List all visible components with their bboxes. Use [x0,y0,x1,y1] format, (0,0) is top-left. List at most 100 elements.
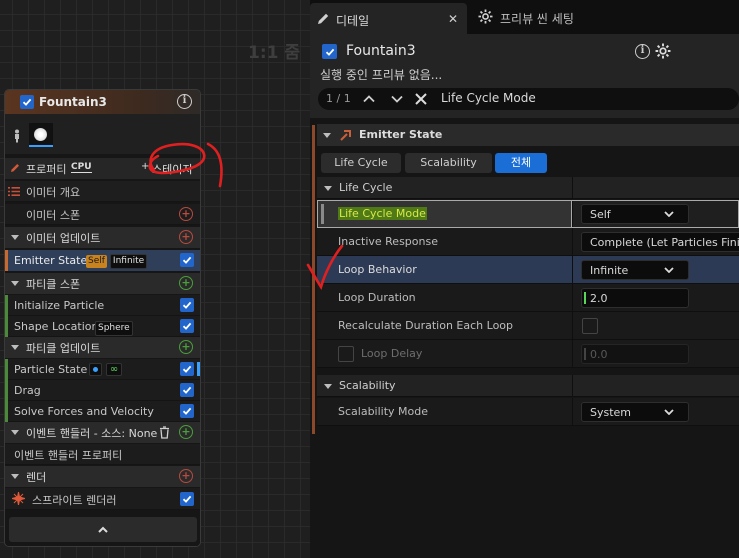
tab-preview-scene-settings[interactable]: 프리뷰 씬 세팅 [500,10,574,27]
thumbnail-preview[interactable] [29,123,53,147]
solve-forces-row[interactable]: Solve Forces and Velocity [5,401,200,422]
scalability-mode-row[interactable]: Scalability Mode System [317,398,739,426]
loop-duration-field[interactable]: 2.0 [581,288,689,308]
chevron-down-icon[interactable] [323,131,331,139]
module-enable-checkbox[interactable] [180,319,194,333]
add-module-button[interactable]: + [179,230,193,244]
loop-behavior-row[interactable]: Loop Behavior Infinite [317,256,739,284]
module-enable-checkbox[interactable] [180,362,194,376]
inactive-response-row[interactable]: Inactive Response Complete (Let Particle… [317,228,739,256]
filter-scalability-button[interactable]: Scalability [405,153,492,173]
module-label: Drag [14,384,41,397]
property-name: Scalability Mode [338,405,429,418]
details-content: Emitter State Life Cycle Scalability 전체 … [310,118,739,558]
add-module-button[interactable]: + [179,207,193,221]
details-header: Fountain3 i 실행 중인 프리뷰 없음... 1 / 1 Life C… [310,34,739,118]
filter-all-button[interactable]: 전체 [495,153,547,173]
info-icon[interactable]: i [177,94,192,109]
tab-bar: 디테일 ✕ 프리뷰 씬 세팅 [310,0,739,34]
drag-row[interactable]: Drag [5,380,200,401]
chevron-down-icon[interactable] [11,472,19,480]
recalculate-duration-row[interactable]: Recalculate Duration Each Loop [317,312,739,340]
event-handler-section[interactable]: 이벤트 핸들러 - 소스: None + [5,422,200,443]
settings-gear-icon[interactable] [655,43,671,59]
scalability-mode-dropdown[interactable]: System [581,402,689,422]
pencil-icon [11,164,19,172]
add-module-button[interactable]: + [179,276,193,290]
life-cycle-mode-row[interactable]: Life Cycle Mode Self [317,200,739,228]
life-cycle-mode-dropdown[interactable]: Self [581,204,689,224]
initialize-particle-row[interactable]: Initialize Particle [5,295,200,316]
scalability-group-header[interactable]: Scalability [317,375,739,397]
loop-duration-row[interactable]: Loop Duration 2.0 [317,284,739,312]
loop-delay-enable-checkbox[interactable] [338,346,354,362]
module-label: 이벤트 핸들러 프로퍼티 [14,449,123,462]
plus-icon[interactable]: + [141,161,149,172]
dropdown-value: Complete (Let Particles Finish) [590,236,739,249]
inactive-response-dropdown[interactable]: Complete (Let Particles Finish) [581,232,739,252]
close-icon[interactable]: ✕ [448,12,458,26]
properties-row[interactable]: 프로퍼티 CPU + 스테이지 [5,158,200,179]
drag-grip[interactable] [584,292,586,304]
add-module-button[interactable]: + [179,340,193,354]
clear-search-icon[interactable] [415,93,427,105]
search-input[interactable]: 1 / 1 Life Cycle Mode [318,88,739,110]
chevron-up-icon[interactable] [363,94,375,103]
particle-state-row[interactable]: Particle State ∞ [5,359,200,380]
emitter-spawn-row[interactable]: 이미터 스폰 + [5,204,200,225]
infinite-badge: Infinite [109,254,148,269]
emitter-spawn-label: 이미터 스폰 [26,209,81,222]
add-module-button[interactable]: + [179,425,193,439]
chevron-down-icon[interactable] [11,428,19,436]
person-icon[interactable] [12,129,22,143]
module-label: Initialize Particle [14,299,105,312]
node-title: Fountain3 [39,95,107,109]
add-module-button[interactable]: + [179,469,193,483]
chevron-down-icon[interactable] [324,184,332,192]
node-graph-canvas[interactable]: 1:1 줌 Fountain3 i 프로퍼티 CPU + 스테이지 이미터 개요… [0,0,310,558]
module-label: Particle State [14,363,88,376]
module-label: Solve Forces and Velocity [14,405,154,418]
tab-details[interactable]: 디테일 ✕ [310,3,467,34]
category-header[interactable]: Emitter State [317,124,739,146]
particle-update-section[interactable]: 파티클 업데이트 + [5,337,200,358]
module-enable-checkbox[interactable] [180,404,194,418]
chevron-down-icon[interactable] [391,95,403,104]
loop-delay-row[interactable]: Loop Delay 0.0 [317,340,739,368]
object-enable-checkbox[interactable] [322,44,337,59]
render-section[interactable]: 렌더 + [5,466,200,487]
preview-status: 실행 중인 프리뷰 없음... [320,68,443,82]
filter-life-cycle-button[interactable]: Life Cycle [321,153,401,173]
info-icon[interactable]: i [635,44,650,59]
chevron-down-icon[interactable] [11,279,19,287]
collapse-button[interactable] [9,517,197,542]
module-enable-checkbox[interactable] [180,492,194,506]
node-enable-checkbox[interactable] [20,95,34,109]
emitter-node[interactable]: Fountain3 i 프로퍼티 CPU + 스테이지 이미터 개요 이미터 스… [4,89,201,547]
emitter-summary-label: 이미터 개요 [26,186,81,199]
module-enable-checkbox[interactable] [180,383,194,397]
event-handler-properties-row[interactable]: 이벤트 핸들러 프로퍼티 [5,444,200,465]
sprite-renderer-row[interactable]: 스프라이트 렌더러 [5,488,200,510]
life-cycle-group-header[interactable]: Life Cycle [317,177,739,199]
module-enable-checkbox[interactable] [180,298,194,312]
particle-spawn-section[interactable]: 파티클 스폰 + [5,273,200,294]
recalculate-checkbox[interactable] [582,318,598,334]
chevron-down-icon[interactable] [11,233,19,241]
stage-button[interactable]: 스테이지 [152,161,192,177]
emitter-update-section[interactable]: 이미터 업데이트 + [5,227,200,248]
shape-location-row[interactable]: Shape Location Sphere [5,316,200,337]
property-name: Loop Delay [361,347,423,360]
emitter-state-row[interactable]: Emitter State Self Infinite [5,250,200,271]
check-icon [182,301,192,309]
node-header[interactable]: Fountain3 i [5,90,200,114]
property-name: Loop Duration [338,291,416,304]
module-label: 스프라이트 렌더러 [32,494,117,507]
loop-behavior-dropdown[interactable]: Infinite [581,260,689,280]
chevron-down-icon[interactable] [324,382,332,390]
trash-icon[interactable] [159,426,170,439]
list-icon [8,187,20,196]
emitter-summary-row[interactable]: 이미터 개요 [5,181,200,202]
module-enable-checkbox[interactable] [180,253,194,267]
chevron-down-icon[interactable] [11,343,19,351]
